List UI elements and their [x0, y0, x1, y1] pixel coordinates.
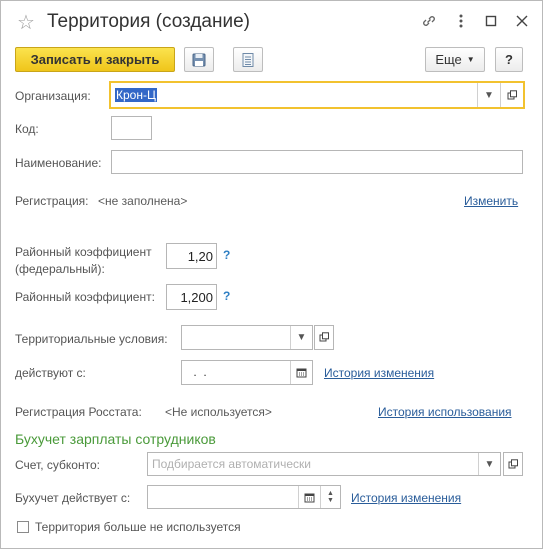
- calendar-icon: [296, 368, 307, 378]
- code-label: Код:: [15, 122, 39, 136]
- rosstat-history-link[interactable]: История использования: [378, 405, 512, 419]
- organization-label: Организация:: [15, 89, 91, 103]
- open-icon: [507, 89, 517, 99]
- close-icon[interactable]: [516, 15, 528, 30]
- account-field[interactable]: Подбирается автоматически ▼: [147, 452, 501, 476]
- accounting-from-field[interactable]: ▲ ▼: [147, 485, 341, 509]
- account-open-button[interactable]: [503, 452, 523, 476]
- coef-federal-help-icon[interactable]: ?: [223, 248, 230, 262]
- more-label: Еще: [435, 52, 462, 67]
- more-button[interactable]: Еще ▼: [425, 47, 485, 72]
- help-label: ?: [505, 52, 513, 67]
- registration-change-link[interactable]: Изменить: [464, 194, 518, 208]
- organization-open-button[interactable]: [500, 83, 523, 107]
- valid-from-value: . .: [190, 365, 207, 379]
- form-window: ☆ Территория (создание) Записать и закры…: [0, 0, 543, 549]
- coef-federal-label-1: Районный коэффициент: [15, 245, 152, 259]
- organization-field[interactable]: Крон-Ц ▼: [109, 81, 525, 109]
- rosstat-label: Регистрация Росстата:: [15, 405, 142, 419]
- help-button[interactable]: ?: [495, 47, 523, 72]
- dropdown-arrow-icon: ▼: [466, 55, 475, 64]
- save-and-close-button[interactable]: Записать и закрыть: [15, 47, 175, 72]
- coef-field[interactable]: 1,200: [166, 284, 217, 310]
- territorial-conditions-open-button[interactable]: [314, 325, 334, 350]
- account-dropdown-button[interactable]: ▼: [478, 453, 500, 475]
- stepper-up-icon[interactable]: ▲: [327, 490, 334, 497]
- valid-from-field[interactable]: . .: [181, 360, 313, 385]
- floppy-disk-icon: [192, 53, 206, 66]
- window-title: Территория (создание): [47, 11, 250, 32]
- accounting-from-calendar-button[interactable]: [298, 486, 320, 508]
- name-label: Наименование:: [15, 156, 102, 170]
- report-button[interactable]: [233, 47, 263, 72]
- not-used-label[interactable]: Территория больше не используется: [35, 520, 241, 534]
- link-icon[interactable]: [421, 13, 437, 32]
- registration-label: Регистрация:: [15, 194, 89, 208]
- more-vertical-icon[interactable]: [453, 13, 469, 32]
- accounting-from-stepper[interactable]: ▲ ▼: [320, 486, 340, 508]
- accounting-from-history-link[interactable]: История изменения: [351, 491, 461, 505]
- registration-value: <не заполнена>: [98, 194, 188, 208]
- coef-federal-label-2: (федеральный):: [15, 262, 105, 276]
- name-field[interactable]: [111, 150, 523, 174]
- coef-label: Районный коэффициент:: [15, 290, 155, 304]
- maximize-icon[interactable]: [485, 15, 497, 30]
- coef-value: 1,200: [180, 290, 213, 305]
- account-label: Счет, субконто:: [15, 458, 100, 472]
- valid-from-calendar-button[interactable]: [290, 361, 312, 384]
- coef-help-icon[interactable]: ?: [223, 289, 230, 303]
- accounting-from-label: Бухучет действует с:: [15, 491, 131, 505]
- valid-from-history-link[interactable]: История изменения: [324, 366, 434, 380]
- favorite-star-icon[interactable]: ☆: [17, 10, 35, 35]
- open-icon: [508, 458, 518, 468]
- coef-federal-field[interactable]: 1,20: [166, 243, 217, 269]
- valid-from-label: действуют с:: [15, 366, 86, 380]
- stepper-down-icon[interactable]: ▼: [327, 497, 334, 504]
- organization-dropdown-button[interactable]: ▼: [477, 83, 500, 107]
- not-used-checkbox[interactable]: [17, 521, 29, 533]
- payroll-section-title: Бухучет зарплаты сотрудников: [15, 431, 216, 447]
- rosstat-value: <Не используется>: [165, 405, 272, 419]
- document-list-icon: [242, 52, 254, 67]
- territorial-conditions-dropdown-button[interactable]: ▼: [290, 326, 312, 349]
- open-icon: [319, 332, 329, 342]
- save-button[interactable]: [184, 47, 214, 72]
- save-and-close-label: Записать и закрыть: [30, 52, 160, 67]
- organization-value: Крон-Ц: [115, 88, 157, 102]
- territorial-conditions-label: Территориальные условия:: [15, 332, 168, 346]
- calendar-icon: [304, 493, 315, 502]
- territorial-conditions-field[interactable]: ▼: [181, 325, 313, 350]
- account-placeholder: Подбирается автоматически: [152, 457, 311, 471]
- coef-federal-value: 1,20: [187, 249, 213, 264]
- code-field[interactable]: [111, 116, 152, 140]
